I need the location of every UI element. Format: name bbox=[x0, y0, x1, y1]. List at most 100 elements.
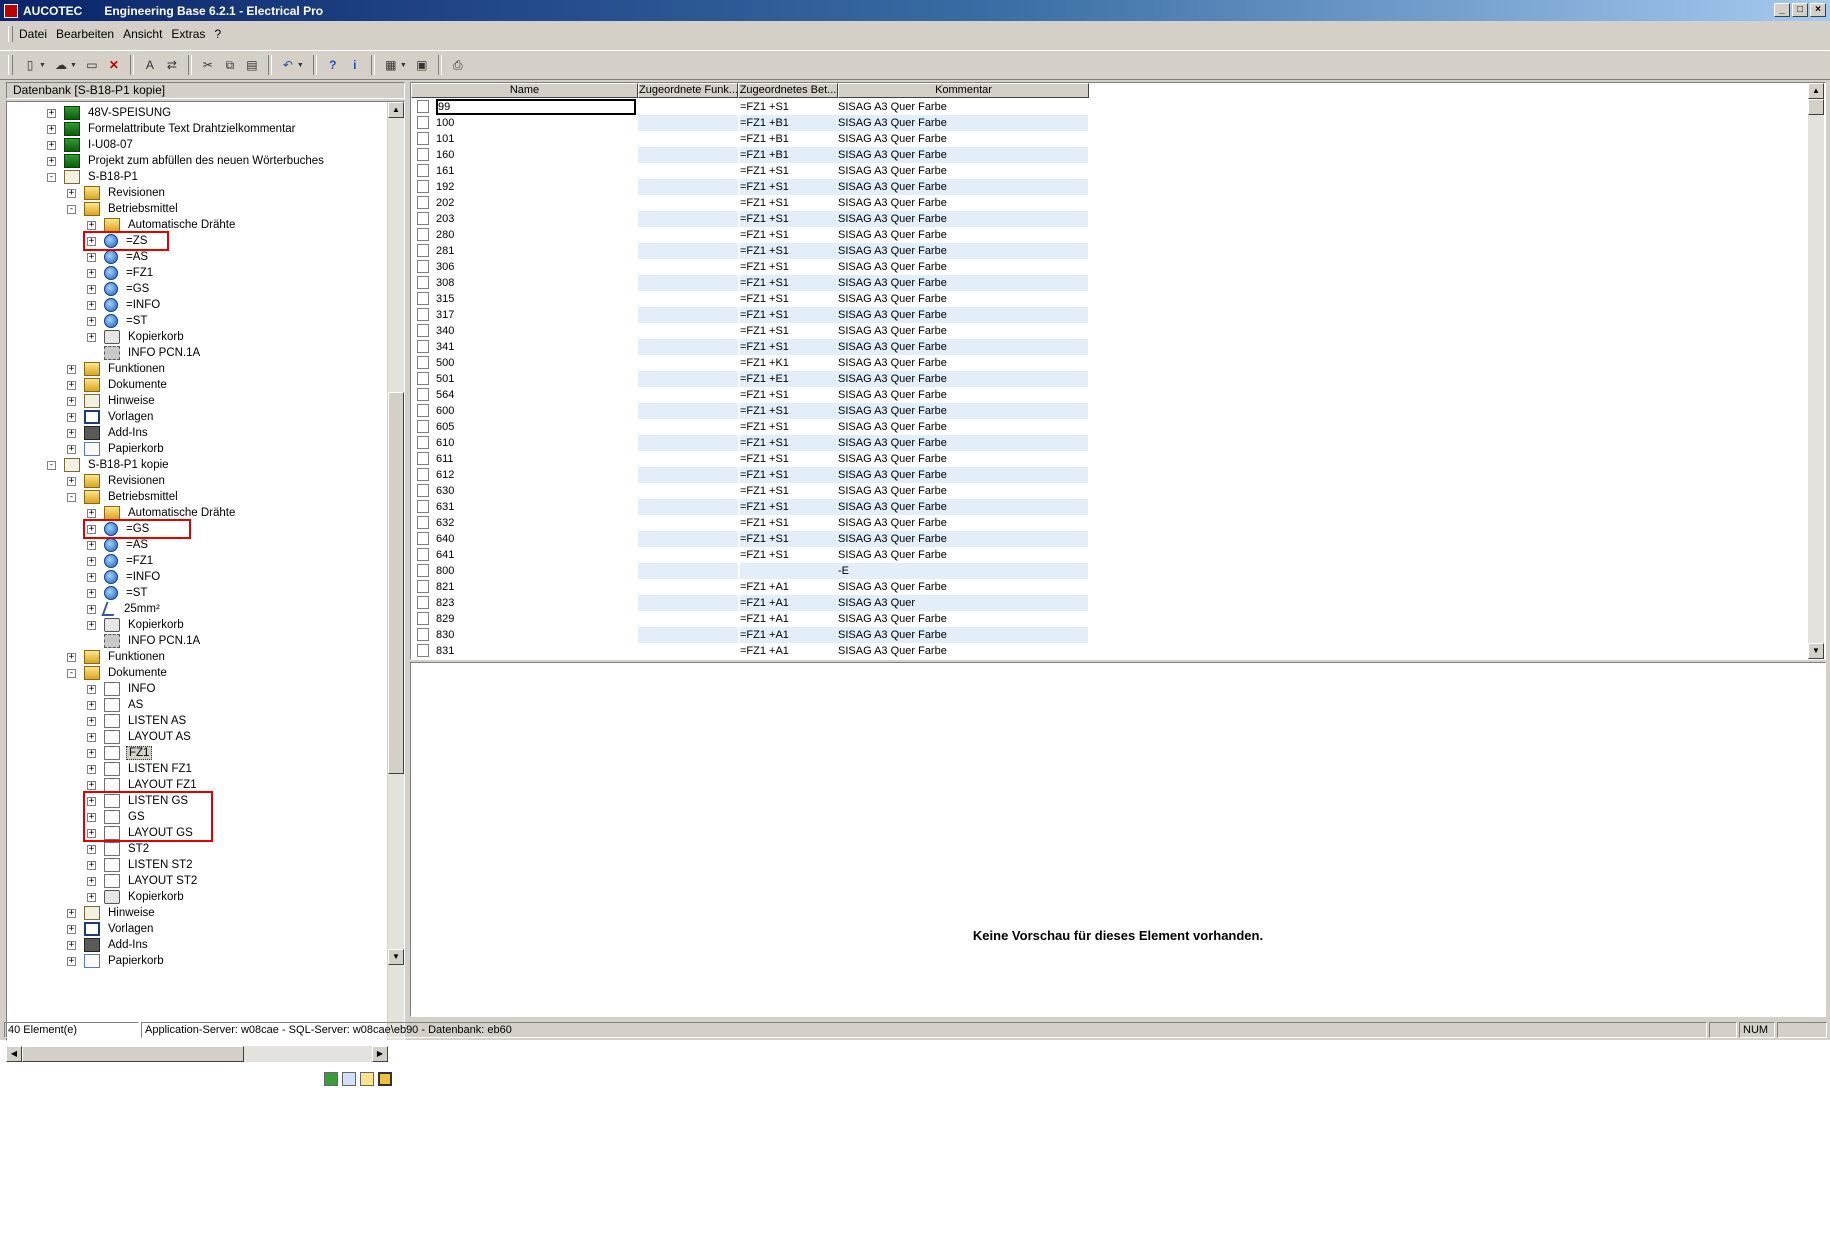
expand-icon[interactable]: + bbox=[87, 556, 96, 566]
tree-item[interactable]: + =ST bbox=[87, 313, 149, 329]
view-dropdown-icon[interactable]: ▼ bbox=[400, 62, 407, 69]
title-bar[interactable]: AUCOTEC Engineering Base 6.2.1 - Electri… bbox=[0, 0, 1830, 21]
maximize-button[interactable]: □ bbox=[1792, 3, 1808, 17]
cut-icon[interactable]: ✂ bbox=[200, 57, 216, 73]
expand-icon[interactable]: + bbox=[67, 924, 76, 934]
tree-item[interactable]: + =INFO bbox=[87, 297, 162, 313]
table-row[interactable]: 829 =FZ1 +A1 SISAG A3 Quer Farbe bbox=[411, 611, 1511, 627]
table-row[interactable]: 341 =FZ1 +S1 SISAG A3 Quer Farbe bbox=[411, 339, 1511, 355]
expand-icon[interactable]: + bbox=[67, 428, 76, 438]
collapse-icon[interactable]: - bbox=[47, 172, 56, 182]
tree-item[interactable]: - Betriebsmittel bbox=[67, 489, 180, 505]
tree-item[interactable]: + Revisionen bbox=[67, 473, 167, 489]
tree-item[interactable]: + Add-Ins bbox=[67, 937, 150, 953]
grid-vertical-scrollbar[interactable]: ▲ ▼ bbox=[1808, 83, 1824, 659]
copy-icon[interactable]: ⧉ bbox=[222, 57, 238, 73]
tree-item[interactable]: + LAYOUT ST2 bbox=[87, 873, 199, 889]
help-icon[interactable]: ? bbox=[325, 57, 341, 73]
project-tree[interactable]: ▲ ▼ +48V-SPEISUNG + Formelattribute Text D… bbox=[6, 101, 405, 1041]
element-grid[interactable]: Name Zugeordnete Funk... Zugeordnetes Be… bbox=[410, 82, 1826, 660]
table-row[interactable]: 340 =FZ1 +S1 SISAG A3 Quer Farbe bbox=[411, 323, 1511, 339]
print-icon[interactable]: ⎙ bbox=[450, 57, 466, 73]
tree-item[interactable]: + Kopierkorb bbox=[87, 889, 186, 905]
expand-icon[interactable]: + bbox=[87, 604, 96, 614]
expand-icon[interactable]: + bbox=[47, 108, 56, 118]
grid-scroll-down-button[interactable]: ▼ bbox=[1808, 643, 1824, 659]
expand-icon[interactable]: + bbox=[67, 652, 76, 662]
view2-icon[interactable]: ▣ bbox=[414, 57, 430, 73]
expand-icon[interactable]: + bbox=[87, 764, 96, 774]
expand-icon[interactable]: + bbox=[87, 780, 96, 790]
table-row[interactable]: 101 =FZ1 +B1 SISAG A3 Quer Farbe bbox=[411, 131, 1511, 147]
expand-icon[interactable]: + bbox=[67, 956, 76, 966]
expand-icon[interactable]: + bbox=[87, 892, 96, 902]
tree-item[interactable]: + Funktionen bbox=[67, 649, 167, 665]
paste-icon[interactable]: ▤ bbox=[244, 57, 260, 73]
info-icon[interactable]: i bbox=[347, 57, 363, 73]
tree-item[interactable]: + =GS bbox=[87, 281, 151, 297]
tree-item[interactable]: INFO PCN.1A bbox=[87, 345, 202, 361]
new-icon[interactable]: ▯ bbox=[22, 57, 38, 73]
table-row[interactable]: 641 =FZ1 +S1 SISAG A3 Quer Farbe bbox=[411, 547, 1511, 563]
tree-item[interactable]: + =ST bbox=[87, 585, 149, 601]
table-row[interactable]: 203 =FZ1 +S1 SISAG A3 Quer Farbe bbox=[411, 211, 1511, 227]
expand-icon[interactable]: + bbox=[87, 284, 96, 294]
find-icon[interactable]: A bbox=[142, 57, 158, 73]
tree-item[interactable]: + Add-Ins bbox=[67, 425, 150, 441]
table-row[interactable]: 605 =FZ1 +S1 SISAG A3 Quer Farbe bbox=[411, 419, 1511, 435]
table-row[interactable]: 501 =FZ1 +E1 SISAG A3 Quer Farbe bbox=[411, 371, 1511, 387]
scroll-left-button[interactable]: ◀ bbox=[6, 1046, 22, 1062]
table-row[interactable]: 500 =FZ1 +K1 SISAG A3 Quer Farbe bbox=[411, 355, 1511, 371]
table-row[interactable]: 280 =FZ1 +S1 SISAG A3 Quer Farbe bbox=[411, 227, 1511, 243]
expand-icon[interactable]: + bbox=[87, 844, 96, 854]
tree-item[interactable]: + Projekt zum abfüllen des neuen Wörterbu… bbox=[47, 153, 326, 169]
expand-icon[interactable]: + bbox=[87, 316, 96, 326]
table-row[interactable]: 600 =FZ1 +S1 SISAG A3 Quer Farbe bbox=[411, 403, 1511, 419]
tree-item[interactable]: - Dokumente bbox=[67, 665, 169, 681]
menu-extras[interactable]: Extras bbox=[171, 27, 205, 41]
tree-item[interactable]: + FZ1 bbox=[87, 745, 153, 761]
status-resize-grip[interactable] bbox=[1777, 1021, 1827, 1038]
scroll-up-button[interactable]: ▲ bbox=[388, 102, 404, 118]
tree-item[interactable]: + Papierkorb bbox=[67, 953, 166, 969]
grid-scroll-thumb[interactable] bbox=[1808, 99, 1824, 115]
collapse-icon[interactable]: - bbox=[67, 668, 76, 678]
tree-vertical-scrollbar[interactable]: ▲ ▼ bbox=[387, 102, 404, 1040]
expand-icon[interactable]: + bbox=[67, 380, 76, 390]
tree-item[interactable]: + Funktionen bbox=[67, 361, 167, 377]
column-header-name[interactable]: Name bbox=[411, 83, 638, 98]
expand-icon[interactable]: + bbox=[87, 252, 96, 262]
scroll-thumb[interactable] bbox=[388, 392, 404, 774]
table-row[interactable]: 308 =FZ1 +S1 SISAG A3 Quer Farbe bbox=[411, 275, 1511, 291]
table-row[interactable]: 192 =FZ1 +S1 SISAG A3 Quer Farbe bbox=[411, 179, 1511, 195]
expand-icon[interactable]: + bbox=[87, 220, 96, 230]
expand-icon[interactable]: + bbox=[87, 540, 96, 550]
tree-item[interactable]: - Betriebsmittel bbox=[67, 201, 180, 217]
menu-datei[interactable]: Datei bbox=[19, 27, 47, 41]
menu-bearbeiten[interactable]: Bearbeiten bbox=[56, 27, 114, 41]
tree-item[interactable]: +48V-SPEISUNG bbox=[47, 105, 173, 121]
scroll-right-button[interactable]: ▶ bbox=[372, 1046, 388, 1062]
expand-icon[interactable]: + bbox=[47, 124, 56, 134]
tree-item[interactable]: + Kopierkorb bbox=[87, 329, 186, 345]
expand-icon[interactable]: + bbox=[67, 412, 76, 422]
table-row[interactable]: 631 =FZ1 +S1 SISAG A3 Quer Farbe bbox=[411, 499, 1511, 515]
table-row[interactable]: 800 -E bbox=[411, 563, 1511, 579]
expand-icon[interactable]: + bbox=[67, 188, 76, 198]
table-row[interactable]: 160 =FZ1 +B1 SISAG A3 Quer Farbe bbox=[411, 147, 1511, 163]
tree-item[interactable]: + =FZ1 bbox=[87, 553, 155, 569]
tree-item[interactable]: - S-B18-P1 bbox=[47, 169, 140, 185]
table-row[interactable]: 281 =FZ1 +S1 SISAG A3 Quer Farbe bbox=[411, 243, 1511, 259]
collapse-icon[interactable]: - bbox=[67, 204, 76, 214]
collapse-icon[interactable]: - bbox=[47, 460, 56, 470]
expand-icon[interactable]: + bbox=[87, 860, 96, 870]
open-dropdown-arrow-icon[interactable]: ▼ bbox=[70, 62, 77, 69]
expand-icon[interactable]: + bbox=[67, 444, 76, 454]
table-row[interactable]: 831 =FZ1 +A1 SISAG A3 Quer Farbe bbox=[411, 643, 1511, 659]
table-row[interactable]: 612 =FZ1 +S1 SISAG A3 Quer Farbe bbox=[411, 467, 1511, 483]
view-icon[interactable]: ▦ bbox=[383, 57, 399, 73]
expand-icon[interactable]: + bbox=[87, 300, 96, 310]
tree-item[interactable]: + LAYOUT AS bbox=[87, 729, 193, 745]
tree-item[interactable]: + LISTEN ST2 bbox=[87, 857, 195, 873]
folder-view-icon[interactable] bbox=[360, 1072, 374, 1086]
